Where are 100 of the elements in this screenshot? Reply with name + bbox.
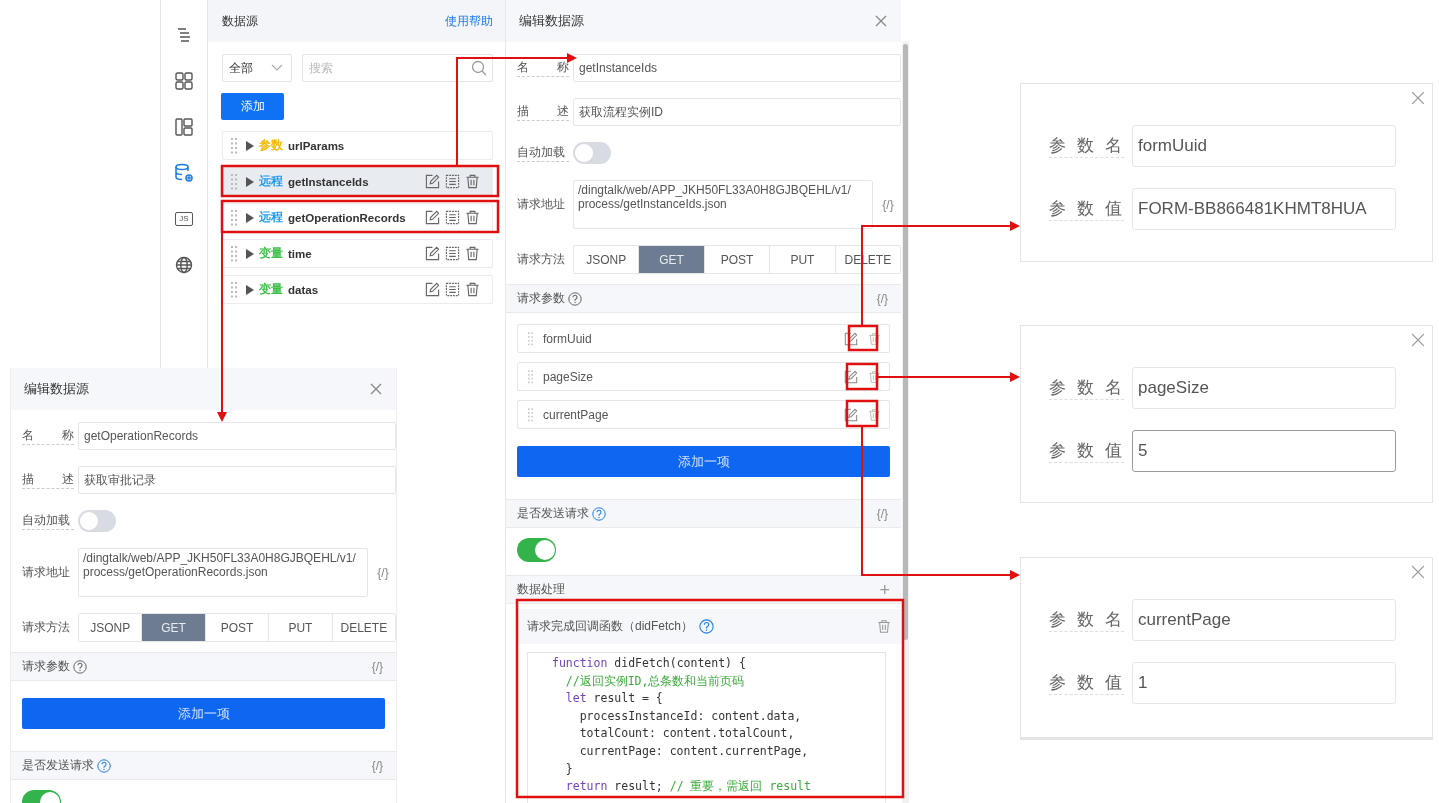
add-button[interactable]: 添加 <box>221 93 284 120</box>
trash-icon[interactable] <box>465 174 480 189</box>
text-field[interactable]: getInstanceIds <box>573 54 901 82</box>
edit-icon[interactable] <box>844 369 858 384</box>
edit-icon[interactable] <box>425 174 440 189</box>
layout-icon[interactable] <box>175 118 193 136</box>
edit-icon[interactable] <box>844 407 858 422</box>
code-toggle[interactable]: {/} <box>877 197 901 212</box>
datasource-item[interactable]: 变量 time <box>222 239 493 268</box>
drag-handle-icon[interactable] <box>231 245 237 262</box>
close-icon[interactable] <box>1411 91 1425 105</box>
edit-icon[interactable] <box>425 210 440 225</box>
drag-handle-icon[interactable] <box>231 281 237 298</box>
help-icon[interactable] <box>699 619 715 634</box>
text-field[interactable]: pageSize <box>1132 367 1396 409</box>
database-icon[interactable] <box>174 163 194 183</box>
caret-icon[interactable] <box>246 212 254 223</box>
text-field[interactable]: 1 <box>1132 662 1396 704</box>
js-icon[interactable]: JS <box>175 212 193 226</box>
field-label: 参数名 <box>1049 376 1124 400</box>
trash-icon[interactable] <box>877 619 891 634</box>
param-name: formUuid <box>543 331 593 346</box>
field-label: 参数名 <box>1049 134 1124 158</box>
trash-icon[interactable] <box>868 407 881 422</box>
param-item[interactable]: pageSize <box>517 362 890 391</box>
help-icon[interactable] <box>568 291 582 306</box>
help-link[interactable]: 使用帮助 <box>445 12 493 30</box>
drag-handle-icon[interactable] <box>528 368 533 385</box>
caret-icon[interactable] <box>246 284 254 295</box>
toggle-switch[interactable] <box>573 142 611 164</box>
method-option[interactable]: JSONP <box>574 246 640 273</box>
method-option[interactable]: GET <box>639 246 705 273</box>
outline-icon[interactable] <box>176 27 192 43</box>
trash-icon[interactable] <box>465 282 480 297</box>
toggle-switch[interactable] <box>517 538 556 562</box>
help-icon[interactable] <box>592 506 606 521</box>
datasource-item[interactable]: 远程 getOperationRecords <box>222 203 493 232</box>
text-field[interactable]: 获取审批记录 <box>78 466 396 494</box>
field-label: 请求方法 <box>22 619 71 636</box>
edit-icon[interactable] <box>425 282 440 297</box>
text-field[interactable]: formUuid <box>1132 125 1396 167</box>
drag-handle-icon[interactable] <box>528 330 533 347</box>
text-field[interactable]: currentPage <box>1132 599 1396 641</box>
drag-handle-icon[interactable] <box>231 173 237 190</box>
text-field[interactable]: 5 <box>1132 430 1396 472</box>
trash-icon[interactable] <box>465 246 480 261</box>
field-label: 描述 <box>517 103 569 121</box>
add-item-button[interactable]: 添加一项 <box>22 698 385 729</box>
drag-handle-icon[interactable] <box>231 137 237 154</box>
document-icon[interactable] <box>445 246 460 261</box>
drag-handle-icon[interactable] <box>528 406 533 423</box>
caret-icon[interactable] <box>246 248 254 259</box>
param-item[interactable]: formUuid <box>517 324 890 353</box>
type-tag: 变量 <box>259 246 283 261</box>
code-line: totalCount: content.totalCount, <box>578 725 796 743</box>
grid-icon[interactable] <box>175 72 193 90</box>
datasource-item[interactable]: 变量 datas <box>222 275 493 304</box>
datasource-item[interactable]: 远程 getInstanceIds <box>222 167 493 196</box>
text-field[interactable]: FORM-BB866481KHMT8HUA <box>1132 188 1396 230</box>
scrollbar[interactable] <box>902 42 909 803</box>
drag-handle-icon[interactable] <box>231 209 237 226</box>
trash-icon[interactable] <box>868 369 881 384</box>
search-field[interactable]: 搜索 <box>302 54 493 82</box>
help-icon[interactable] <box>97 758 111 773</box>
type-select[interactable]: 全部 <box>222 54 292 82</box>
section-title: 是否发送请求 <box>517 505 589 522</box>
caret-icon[interactable] <box>246 140 254 151</box>
method-option[interactable]: JSONP <box>79 614 143 641</box>
text-field[interactable]: 获取流程实例ID <box>573 98 901 126</box>
code-toggle[interactable]: {/} <box>372 565 396 580</box>
url-field[interactable]: /dingtalk/web/APP_JKH50FL33A0H8GJBQEHL/v1/ process/getOperationRecords.json <box>78 548 368 597</box>
trash-icon[interactable] <box>465 210 480 225</box>
close-icon[interactable] <box>1411 333 1425 347</box>
trash-icon[interactable] <box>868 331 881 346</box>
help-icon[interactable] <box>73 659 87 674</box>
document-icon[interactable] <box>445 174 460 189</box>
text-field[interactable]: getOperationRecords <box>78 422 396 450</box>
document-icon[interactable] <box>445 210 460 225</box>
code-line: } <box>564 760 574 778</box>
code-line: //返回实例ID,总条数和当前页码 <box>564 672 746 690</box>
method-option[interactable]: GET <box>142 614 206 641</box>
code-editor[interactable]: function didFetch(content) { //返回实例ID,总条数和当前页码 let result = { processInstanceId: content.data, totalCount: content.totalCount, currentPage: content.currentPage, } return result; // 重要，需返回 result <box>527 652 886 803</box>
globe-icon[interactable] <box>175 256 193 274</box>
highlight-frame <box>845 399 879 428</box>
datasource-item[interactable]: 参数 urlParams <box>222 131 493 160</box>
toggle-switch[interactable] <box>78 510 116 532</box>
datasource-name: time <box>288 247 313 260</box>
param-item[interactable]: currentPage <box>517 400 890 429</box>
field-label: 描述 <box>22 471 74 489</box>
url-field[interactable]: /dingtalk/web/APP_JKH50FL33A0H8GJBQEHL/v1/ process/getInstanceIds.json <box>573 180 873 229</box>
add-item-button[interactable]: 添加一项 <box>517 446 890 477</box>
document-icon[interactable] <box>445 282 460 297</box>
close-icon[interactable] <box>1411 565 1425 579</box>
edit-icon[interactable] <box>425 246 440 261</box>
section-title: 是否发送请求 <box>22 757 94 774</box>
caret-icon[interactable] <box>246 176 254 187</box>
panel-title: 编辑数据源 <box>24 380 89 398</box>
close-icon[interactable] <box>370 383 382 395</box>
close-icon[interactable] <box>875 15 887 27</box>
edit-icon[interactable] <box>844 331 858 346</box>
